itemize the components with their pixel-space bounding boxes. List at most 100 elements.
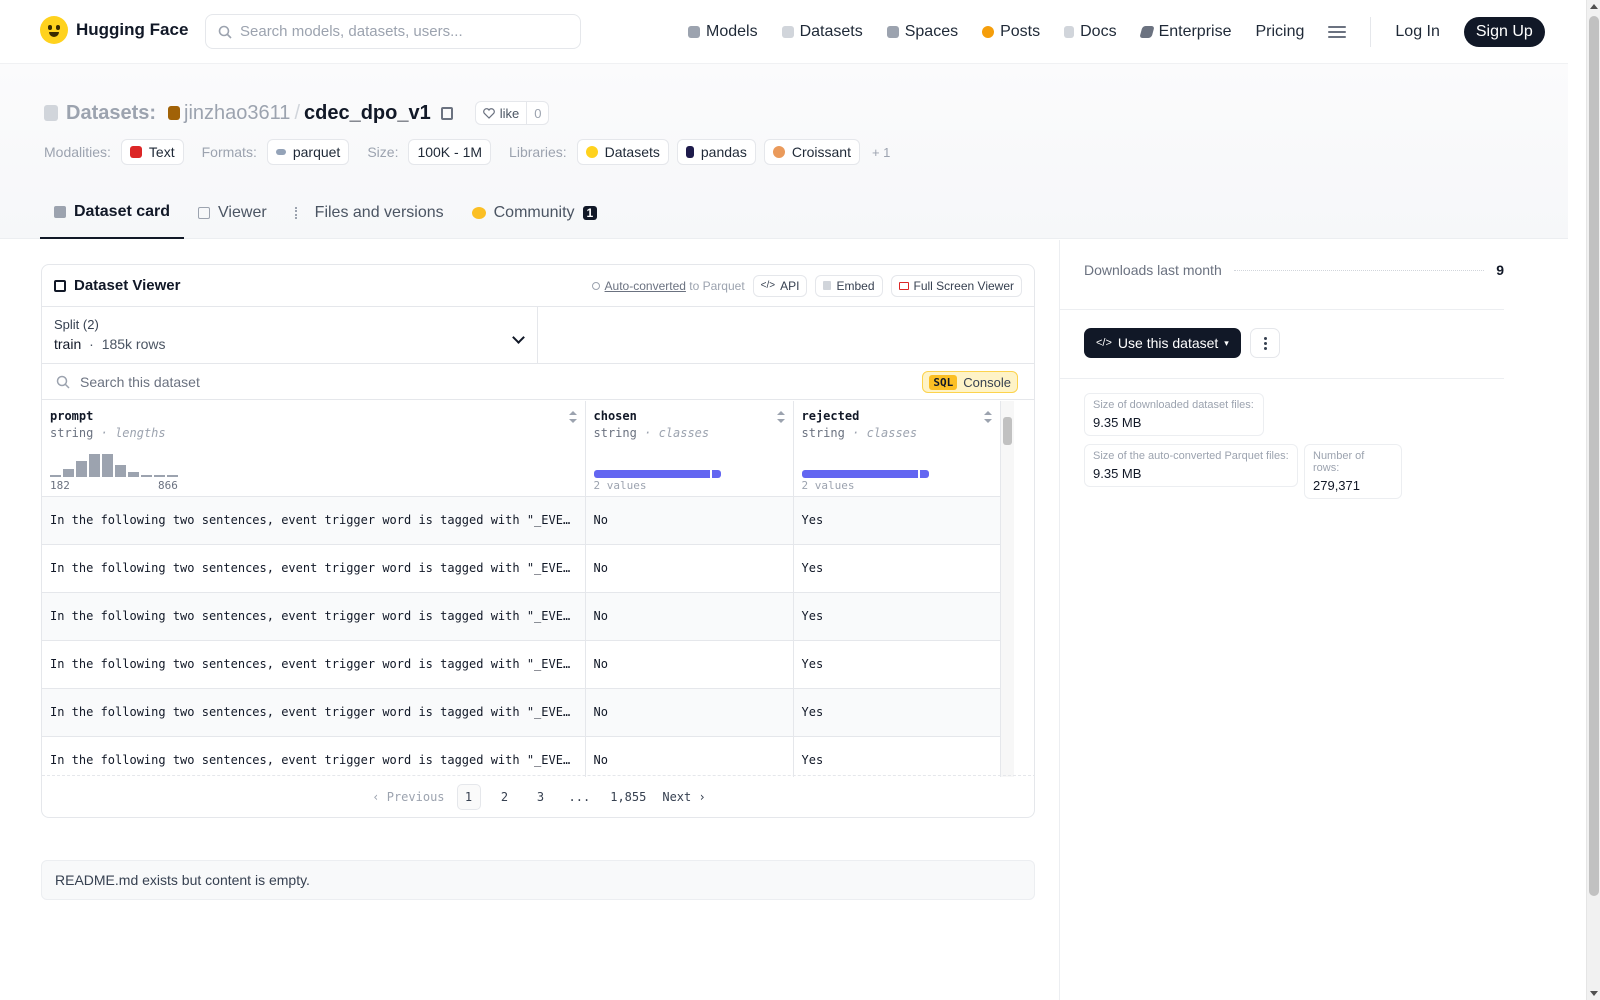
table-row[interactable]: In the following two sentences, event tr… [42,688,1000,737]
cell-prompt-text: In the following two sentences, event tr… [50,753,577,767]
tag-library-croissant[interactable]: Croissant [763,139,860,165]
page-scrollbar[interactable] [1586,0,1600,1000]
cell-prompt[interactable]: In the following two sentences, event tr… [42,592,586,641]
more-menu-icon[interactable] [1328,26,1347,38]
column-header-rejected[interactable]: rejected string · classes 2 values [793,401,1000,497]
class-bar-segment[interactable] [801,470,918,478]
signup-button[interactable]: Sign Up [1463,17,1545,47]
repo-name[interactable]: cdec_dpo_v1 [304,102,431,125]
table-scrollbar[interactable] [1000,401,1014,777]
next-page-button[interactable]: Next › [662,790,705,804]
tag-modality-text[interactable]: Text [120,139,184,165]
table-row[interactable]: In the following two sentences, event tr… [42,496,1000,545]
nav-posts[interactable]: Posts [982,23,1040,41]
histogram-bar[interactable] [50,475,61,477]
cell-prompt[interactable]: In the following two sentences, event tr… [42,736,586,777]
more-options-button[interactable] [1250,328,1280,358]
dataset-search-input[interactable] [80,373,780,390]
cell-chosen[interactable]: No [585,640,794,689]
nav-datasets[interactable]: Datasets [781,23,863,41]
class-bar-segment[interactable] [593,470,710,478]
scroll-up-icon[interactable] [1590,4,1598,9]
cell-rejected[interactable]: Yes [793,544,1000,593]
copy-icon[interactable] [440,106,453,120]
nav-enterprise[interactable]: Enterprise [1138,23,1231,41]
sql-console-button[interactable]: SQL Console [922,371,1018,393]
repo-type-label[interactable]: Datasets: [66,102,156,125]
tab-community[interactable]: Community 1 [458,187,612,239]
downloads-count: 9 [1496,262,1504,278]
histogram-bar[interactable] [102,454,113,477]
more-libraries[interactable]: + 1 [872,145,890,160]
tag-format-parquet[interactable]: parquet [266,139,350,165]
cell-rejected[interactable]: Yes [793,688,1000,737]
logo-link[interactable]: Hugging Face [40,16,188,44]
repo-owner[interactable]: jinzhao3611 [184,102,290,125]
embed-button[interactable]: Embed [815,274,883,297]
page-scroll-thumb[interactable] [1589,16,1599,896]
table-row[interactable]: In the following two sentences, event tr… [42,640,1000,689]
page-2-button[interactable]: 2 [493,784,517,810]
class-bar-segment[interactable] [919,470,929,478]
login-link[interactable]: Log In [1395,23,1439,41]
histogram-bar[interactable] [89,454,100,477]
sort-icon[interactable] [983,411,992,423]
nav-pricing[interactable]: Pricing [1255,23,1304,41]
tag-library-pandas[interactable]: pandas [676,139,756,165]
cell-prompt[interactable]: In the following two sentences, event tr… [42,496,586,545]
nav-spaces[interactable]: Spaces [886,23,959,41]
fullscreen-button[interactable]: Full Screen Viewer [890,274,1022,297]
histogram-bar[interactable] [154,475,165,477]
last-page-button[interactable]: 1,855 [606,784,650,810]
cell-rejected[interactable]: Yes [793,736,1000,777]
cell-prompt[interactable]: In the following two sentences, event tr… [42,688,586,737]
dataset-search[interactable]: SQL Console [42,364,1034,400]
table-row[interactable]: In the following two sentences, event tr… [42,544,1000,593]
repo-tabs: Dataset card Viewer Files and versions C… [40,187,611,239]
histogram-bar[interactable] [167,475,178,477]
use-dataset-button[interactable]: </> Use this dataset ▾ [1084,328,1241,358]
tab-viewer[interactable]: Viewer [184,187,281,239]
global-search-input[interactable] [240,23,560,40]
histogram-bar[interactable] [63,469,74,477]
global-search[interactable] [205,14,581,49]
cell-rejected[interactable]: Yes [793,640,1000,689]
column-header-prompt[interactable]: prompt string · lengths 182 866 [42,401,586,497]
scroll-down-icon[interactable] [1590,991,1598,996]
auto-converted-link[interactable]: Auto-converted [605,279,686,293]
histogram-bar[interactable] [141,475,152,477]
cell-prompt[interactable]: In the following two sentences, event tr… [42,544,586,593]
nav-models[interactable]: Models [688,23,758,41]
like-button[interactable]: like 0 [474,101,550,125]
cell-rejected[interactable]: Yes [793,592,1000,641]
nav-spaces-label: Spaces [904,23,959,40]
api-button[interactable]: </> API [752,274,808,297]
cell-chosen[interactable]: No [585,736,794,777]
histogram-bar[interactable] [128,472,139,477]
cell-rejected[interactable]: Yes [793,496,1000,545]
sort-icon[interactable] [776,411,785,423]
sort-icon[interactable] [568,411,577,423]
class-bar-segment[interactable] [711,470,721,478]
split-selector[interactable]: Split (2) train · 185k rows [42,307,538,363]
table-row[interactable]: In the following two sentences, event tr… [42,736,1000,777]
column-header-chosen[interactable]: chosen string · classes 2 values [585,401,794,497]
tab-files[interactable]: Files and versions [281,187,458,239]
table-row[interactable]: In the following two sentences, event tr… [42,592,1000,641]
cell-chosen[interactable]: No [585,544,794,593]
histogram-bar[interactable] [115,465,126,477]
previous-page-button[interactable]: ‹ Previous [372,790,444,804]
nav-posts-label: Posts [1000,23,1041,40]
tag-size[interactable]: 100K - 1M [408,139,492,165]
table-scroll-thumb[interactable] [1003,417,1012,445]
nav-docs[interactable]: Docs [1064,23,1117,41]
cell-chosen[interactable]: No [585,688,794,737]
page-1-button[interactable]: 1 [456,783,481,810]
cell-prompt[interactable]: In the following two sentences, event tr… [42,640,586,689]
cell-chosen[interactable]: No [585,592,794,641]
cell-chosen[interactable]: No [585,496,794,545]
page-3-button[interactable]: 3 [529,784,553,810]
tab-dataset-card[interactable]: Dataset card [40,187,185,239]
histogram-bar[interactable] [76,461,87,477]
tag-library-datasets[interactable]: Datasets [576,139,669,165]
